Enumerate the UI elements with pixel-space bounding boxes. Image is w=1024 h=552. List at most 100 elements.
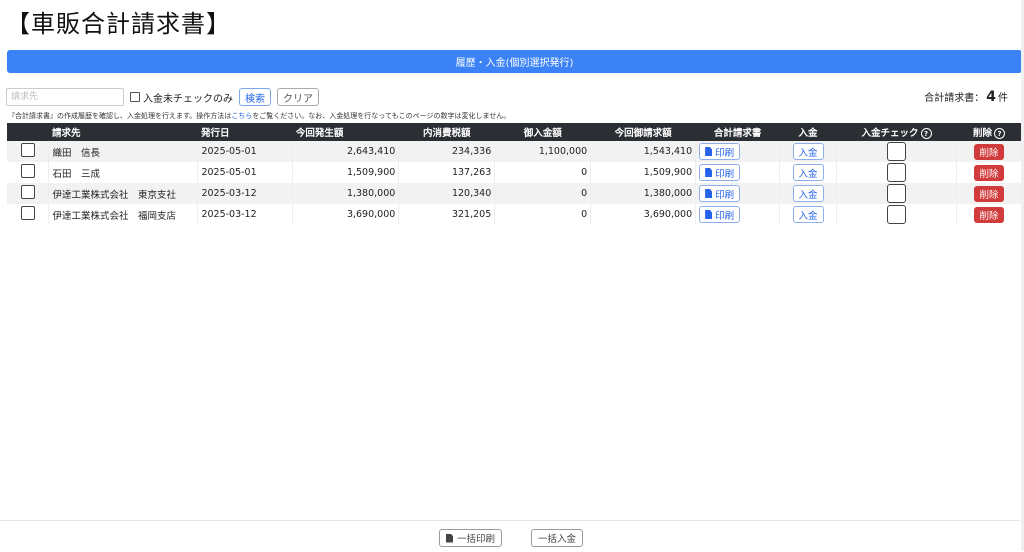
search-button[interactable]: 検索 <box>239 88 271 106</box>
history-payment-button[interactable]: 履歴・入金(個別選択発行) <box>7 50 1022 73</box>
row-select-cell <box>7 204 50 225</box>
print-button[interactable]: 印刷 <box>699 143 741 160</box>
page-title: 【車販合計請求書】 <box>6 10 231 38</box>
cell-payment-check <box>836 204 957 225</box>
payment-button[interactable]: 入金 <box>792 143 824 160</box>
header-issue-date: 発行日 <box>197 123 293 141</box>
row-select-checkbox[interactable] <box>20 164 35 178</box>
cell-invoice: 印刷 <box>695 204 781 225</box>
cell-issue-date: 2025-03-12 <box>197 183 294 204</box>
header-delete: 削除? <box>956 123 1022 141</box>
instruction-note: 『合計請求書』の作成履歴を確認し、入金処理を行えます。操作方法はこちらをご覧くだ… <box>8 111 510 121</box>
cell-issue-date: 2025-05-01 <box>197 162 294 183</box>
print-label: 印刷 <box>715 147 735 159</box>
header-billed: 今回御請求額 <box>590 123 696 141</box>
bulk-print-label: 一括印刷 <box>457 534 496 545</box>
cell-billed: 1,509,900 <box>590 162 697 183</box>
payment-check-checkbox[interactable] <box>887 184 907 203</box>
invoice-table: 請求先 発行日 今回発生額 内消費税額 御入金額 今回御請求額 合計請求書 入金… <box>7 123 1023 225</box>
delete-button[interactable]: 削除 <box>974 206 1004 223</box>
cell-payment: 入金 <box>779 204 838 225</box>
header-payment-check-label: 入金チェック <box>861 127 919 139</box>
row-select-checkbox[interactable] <box>20 206 35 220</box>
cell-delete: 削除 <box>956 162 1023 183</box>
print-label: 印刷 <box>715 189 735 201</box>
delete-help-icon[interactable]: ? <box>994 128 1005 140</box>
cell-billed: 1,543,410 <box>590 141 697 162</box>
payment-check-checkbox[interactable] <box>887 142 907 161</box>
cell-payment: 入金 <box>779 141 838 162</box>
cell-amount: 2,643,410 <box>292 141 400 162</box>
row-select-checkbox[interactable] <box>20 185 35 199</box>
cell-invoice: 印刷 <box>695 162 781 183</box>
cell-tax: 120,340 <box>398 183 496 204</box>
row-select-cell <box>7 183 50 204</box>
payment-check-checkbox[interactable] <box>887 163 907 182</box>
header-invoice: 合計請求書 <box>695 123 780 141</box>
bulk-print-button[interactable]: 一括印刷 <box>439 529 503 547</box>
cell-paid: 0 <box>494 204 592 225</box>
cell-paid: 0 <box>494 183 592 204</box>
header-payment-check: 入金チェック? <box>836 123 957 141</box>
header-payment: 入金 <box>779 123 837 141</box>
payment-check-help-icon[interactable]: ? <box>920 128 932 140</box>
header-select <box>7 123 49 141</box>
print-button[interactable]: 印刷 <box>699 206 741 223</box>
note-text-after: をご覧ください。なお、入金処理を行なってもこのページの数字は変化しません。 <box>252 112 511 120</box>
note-text-before: 『合計請求書』の作成履歴を確認し、入金処理を行えます。操作方法は <box>8 112 232 120</box>
invoice-count-value: 4 <box>986 89 996 105</box>
delete-button[interactable]: 削除 <box>974 164 1004 181</box>
cell-amount: 3,690,000 <box>292 204 400 225</box>
cell-payment-check <box>836 183 957 204</box>
delete-button[interactable]: 削除 <box>974 143 1004 160</box>
unpaid-only-checkbox[interactable]: 入金未チェックのみ <box>130 90 233 105</box>
table-row: 織田 信長 2025-05-01 2,643,410 234,336 1,100… <box>7 141 1023 162</box>
invoice-count: 合計請求書： 4 件 <box>924 89 1008 105</box>
print-button[interactable]: 印刷 <box>699 185 741 202</box>
cell-invoice: 印刷 <box>695 183 781 204</box>
cell-customer: 石田 三成 <box>48 162 199 183</box>
table-row: 伊達工業株式会社 福岡支店 2025-03-12 3,690,000 321,2… <box>7 204 1023 225</box>
table-row: 石田 三成 2025-05-01 1,509,900 137,263 0 1,5… <box>7 162 1023 183</box>
header-customer: 請求先 <box>48 123 198 141</box>
cell-invoice: 印刷 <box>695 141 781 162</box>
print-label: 印刷 <box>715 210 735 222</box>
header-paid: 御入金額 <box>494 123 591 141</box>
pdf-file-icon <box>446 533 453 543</box>
help-link[interactable]: こちら <box>231 112 252 120</box>
payment-button[interactable]: 入金 <box>792 206 824 223</box>
payment-check-checkbox[interactable] <box>887 205 907 224</box>
cell-payment-check <box>836 162 957 183</box>
cell-delete: 削除 <box>956 183 1023 204</box>
cell-amount: 1,380,000 <box>292 183 400 204</box>
cell-customer: 伊達工業株式会社 東京支社 <box>48 183 199 204</box>
payment-button[interactable]: 入金 <box>792 185 824 202</box>
customer-search-input[interactable] <box>6 88 124 106</box>
row-select-cell <box>7 141 50 162</box>
header-tax: 内消費税額 <box>398 123 495 141</box>
invoice-count-label: 合計請求書： <box>924 93 985 104</box>
cell-issue-date: 2025-05-01 <box>197 141 294 162</box>
clear-button[interactable]: クリア <box>277 88 319 106</box>
pdf-file-icon <box>705 189 713 198</box>
cell-billed: 1,380,000 <box>590 183 697 204</box>
payment-button[interactable]: 入金 <box>792 164 824 181</box>
delete-button[interactable]: 削除 <box>974 185 1004 202</box>
unpaid-only-label: 入金未チェックのみ <box>143 93 233 105</box>
print-button[interactable]: 印刷 <box>699 164 741 181</box>
cell-tax: 234,336 <box>398 141 496 162</box>
cell-tax: 137,263 <box>398 162 496 183</box>
cell-customer: 織田 信長 <box>48 141 199 162</box>
cell-amount: 1,509,900 <box>292 162 400 183</box>
bulk-pay-button[interactable]: 一括入金 <box>531 529 584 547</box>
pdf-file-icon <box>705 168 713 177</box>
row-select-checkbox[interactable] <box>20 143 35 157</box>
cell-customer: 伊達工業株式会社 福岡支店 <box>48 204 199 225</box>
cell-tax: 321,205 <box>398 204 496 225</box>
pdf-file-icon <box>705 210 713 219</box>
cell-payment: 入金 <box>779 183 838 204</box>
pdf-file-icon <box>705 147 713 156</box>
cell-issue-date: 2025-03-12 <box>197 204 294 225</box>
unpaid-only-checkbox-box[interactable] <box>130 92 140 102</box>
table-header-row: 請求先 発行日 今回発生額 内消費税額 御入金額 今回御請求額 合計請求書 入金… <box>7 123 1022 141</box>
